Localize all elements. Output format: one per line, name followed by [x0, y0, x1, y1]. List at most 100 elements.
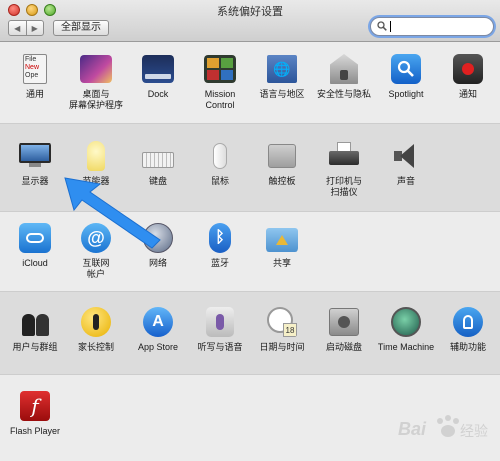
pref-pane-mouse[interactable]: 鼠标	[187, 140, 253, 187]
pref-pane-keyboard[interactable]: 键盘	[125, 140, 191, 187]
pref-pane-bluetooth[interactable]: ᛒ 蓝牙	[187, 222, 253, 269]
pref-pane-label: 日期与时间	[259, 342, 305, 352]
pref-pane-label: 共享	[272, 258, 291, 268]
pref-pane-accessibility[interactable]: 辅助功能	[435, 306, 500, 353]
pref-pane-startup-disk[interactable]: 启动磁盘	[311, 306, 377, 353]
pref-pane-label: Dock	[147, 89, 169, 99]
text-caret	[390, 21, 391, 32]
pref-pane-label: iCloud	[22, 258, 48, 268]
energy-saver-icon	[80, 140, 112, 172]
pref-pane-label: 安全性与隐私	[316, 89, 371, 99]
pref-pane-label: 辅助功能	[449, 342, 486, 352]
pref-pane-users-groups[interactable]: 用户与群组	[2, 306, 68, 353]
pref-pane-label: 显示器	[21, 176, 49, 186]
dock-icon	[142, 53, 174, 85]
security-privacy-icon	[328, 53, 360, 85]
pref-pane-network[interactable]: 网络	[125, 222, 191, 269]
pref-pane-spotlight[interactable]: Spotlight	[373, 53, 439, 100]
users-groups-icon	[19, 306, 51, 338]
time-machine-icon	[390, 306, 422, 338]
startup-disk-icon	[328, 306, 360, 338]
pref-pane-mission-control[interactable]: Mission Control	[187, 53, 253, 111]
back-button[interactable]: ◀	[9, 21, 27, 35]
pref-pane-label: 触控板	[268, 176, 296, 186]
general-icon: File New Ope	[19, 53, 51, 85]
date-time-icon: 18	[266, 306, 298, 338]
pref-pane-label: 听写与语音	[197, 342, 243, 352]
pref-pane-label: Time Machine	[377, 342, 435, 352]
displays-icon	[19, 140, 51, 172]
pref-pane-energy-saver[interactable]: 节能器	[63, 140, 129, 187]
pref-pane-label: Spotlight	[388, 89, 424, 99]
pref-pane-label: 鼠标	[210, 176, 229, 186]
pref-pane-label: App Store	[137, 342, 179, 352]
baidu-watermark: Bai 经验	[398, 409, 490, 449]
pref-pane-label: 互联网 帐户	[82, 258, 110, 279]
sharing-icon	[266, 222, 298, 254]
dictation-speech-icon	[204, 306, 236, 338]
keyboard-icon	[142, 140, 174, 172]
printers-scanners-icon	[328, 140, 360, 172]
pref-pane-dock[interactable]: Dock	[125, 53, 191, 100]
pref-pane-internet-accounts[interactable]: @ 互联网 帐户	[63, 222, 129, 280]
pref-pane-displays[interactable]: 显示器	[2, 140, 68, 187]
pref-pane-label: Flash Player	[9, 426, 61, 436]
pref-pane-label: 启动磁盘	[325, 342, 362, 352]
language-region-icon: 🌐	[266, 53, 298, 85]
pref-pane-label: 节能器	[82, 176, 110, 186]
network-icon	[142, 222, 174, 254]
pref-pane-flash-player[interactable]: f Flash Player	[2, 390, 68, 437]
pref-pane-label: 用户与群组	[12, 342, 58, 352]
pref-pane-label: Mission Control	[204, 89, 236, 110]
pref-pane-label: 打印机与 扫描仪	[325, 176, 362, 197]
pref-pane-icloud[interactable]: iCloud	[2, 222, 68, 269]
desktop-screensaver-icon	[80, 53, 112, 85]
search-icon	[377, 21, 387, 31]
pref-pane-time-machine[interactable]: Time Machine	[373, 306, 439, 353]
search-input[interactable]	[370, 17, 494, 36]
pref-pane-app-store[interactable]: A App Store	[125, 306, 191, 353]
accessibility-icon	[452, 306, 484, 338]
pref-pane-security-privacy[interactable]: 安全性与隐私	[311, 53, 377, 100]
pref-pane-general[interactable]: File New Ope 通用	[2, 53, 68, 100]
forward-button[interactable]: ▶	[27, 21, 44, 35]
pref-pane-label: 键盘	[148, 176, 167, 186]
flash-player-icon: f	[19, 390, 51, 422]
app-store-icon: A	[142, 306, 174, 338]
show-all-button[interactable]: 全部显示	[53, 20, 109, 36]
pref-pane-notifications[interactable]: 通知	[435, 53, 500, 100]
pref-pane-label: 声音	[396, 176, 415, 186]
pref-pane-dictation-speech[interactable]: 听写与语音	[187, 306, 253, 353]
pref-pane-language-region[interactable]: 🌐 语言与地区	[249, 53, 315, 100]
mouse-icon	[204, 140, 236, 172]
back-forward-control: ◀ ▶	[8, 20, 44, 36]
parental-controls-icon	[80, 306, 112, 338]
svg-text:Bai: Bai	[398, 419, 427, 439]
baidu-paw-icon: Bai 经验	[398, 415, 488, 440]
pref-pane-label: 通知	[458, 89, 477, 99]
pref-pane-label: 蓝牙	[210, 258, 229, 268]
pref-pane-label: 网络	[148, 258, 167, 268]
pref-pane-desktop-screensaver[interactable]: 桌面与 屏幕保护程序	[63, 53, 129, 111]
mission-control-icon	[204, 53, 236, 85]
pref-pane-printers-scanners[interactable]: 打印机与 扫描仪	[311, 140, 377, 198]
pref-pane-parental-controls[interactable]: 家长控制	[63, 306, 129, 353]
trackpad-icon	[266, 140, 298, 172]
title-bar: 系统偏好设置 ◀ ▶ 全部显示	[0, 0, 500, 42]
svg-text:经验: 经验	[460, 424, 488, 440]
pref-pane-date-time[interactable]: 18 日期与时间	[249, 306, 315, 353]
pref-pane-label: 家长控制	[77, 342, 114, 352]
pref-pane-label: 通用	[25, 89, 44, 99]
pref-pane-label: 桌面与 屏幕保护程序	[68, 89, 123, 110]
pref-pane-label: 语言与地区	[259, 89, 305, 99]
pref-pane-trackpad[interactable]: 触控板	[249, 140, 315, 187]
sound-icon	[390, 140, 422, 172]
notifications-icon	[452, 53, 484, 85]
bluetooth-icon: ᛒ	[204, 222, 236, 254]
spotlight-icon	[390, 53, 422, 85]
internet-accounts-icon: @	[80, 222, 112, 254]
pref-pane-sharing[interactable]: 共享	[249, 222, 315, 269]
icloud-icon	[19, 222, 51, 254]
system-preferences-window: 系统偏好设置 ◀ ▶ 全部显示 File New Ope 通用 桌面与 屏幕保护程序 Do…	[0, 0, 500, 461]
pref-pane-sound[interactable]: 声音	[373, 140, 439, 187]
